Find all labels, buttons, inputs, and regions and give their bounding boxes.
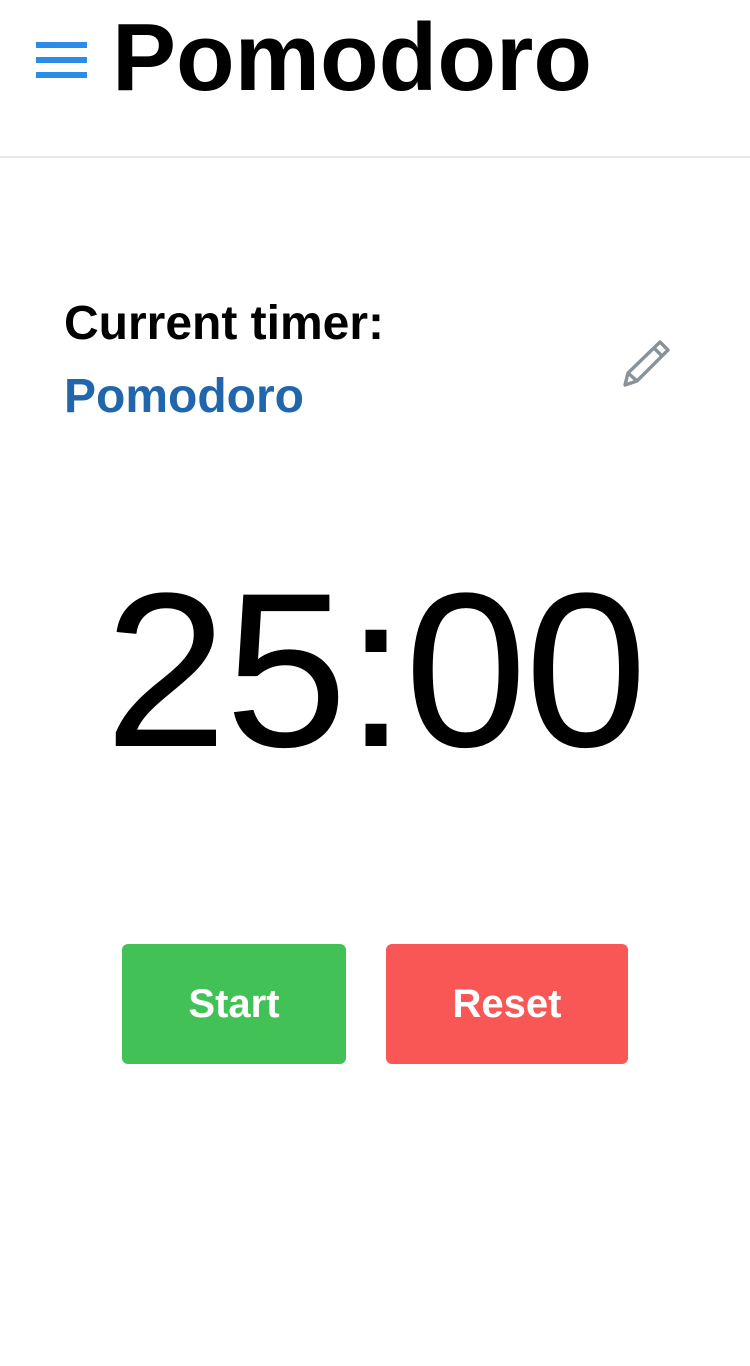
start-button[interactable]: Start xyxy=(122,944,346,1064)
current-timer-label: Current timer: xyxy=(64,297,385,350)
pencil-icon[interactable] xyxy=(616,334,676,394)
hamburger-menu-icon[interactable] xyxy=(36,42,88,82)
menu-line xyxy=(36,57,87,63)
menu-line xyxy=(36,42,87,48)
current-timer-name: Pomodoro xyxy=(64,370,304,423)
app-title: Pomodoro xyxy=(112,4,592,111)
reset-button[interactable]: Reset xyxy=(386,944,628,1064)
countdown-display: 25:00 xyxy=(104,547,648,793)
menu-line xyxy=(36,72,87,78)
pencil-icon-graphic xyxy=(623,340,670,387)
app-header: Pomodoro xyxy=(0,0,750,158)
